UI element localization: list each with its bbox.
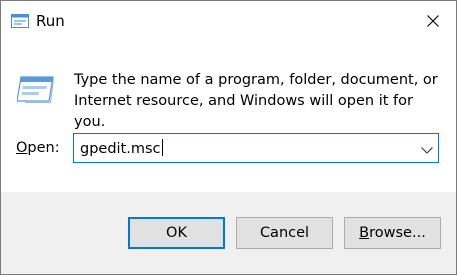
open-label: Open: xyxy=(16,140,60,156)
dropdown-button[interactable] xyxy=(416,134,438,162)
text-caret xyxy=(161,139,163,156)
button-bar: OK Cancel Browse... xyxy=(1,192,456,274)
browse-button[interactable]: Browse... xyxy=(344,217,441,249)
close-button[interactable] xyxy=(410,1,456,41)
window-title: Run xyxy=(36,12,65,30)
run-dialog-icon xyxy=(11,12,29,30)
close-icon xyxy=(427,12,439,31)
ok-button[interactable]: OK xyxy=(128,217,225,249)
dialog-description: Type the name of a program, folder, docu… xyxy=(74,72,438,130)
open-combobox[interactable]: gpedit.msc xyxy=(73,133,439,163)
dialog-body: Type the name of a program, folder, docu… xyxy=(1,41,456,192)
browse-mnemonic: B xyxy=(359,225,370,241)
run-dialog: Run Type the name of a program, folder, … xyxy=(0,0,457,275)
open-label-mnemonic: O xyxy=(16,140,28,156)
title-bar[interactable]: Run xyxy=(1,1,456,41)
cancel-button[interactable]: Cancel xyxy=(236,217,333,249)
chevron-down-icon xyxy=(421,139,433,158)
open-label-rest: pen: xyxy=(27,140,60,156)
open-input[interactable]: gpedit.msc xyxy=(80,139,163,159)
browse-label-rest: rowse... xyxy=(369,225,426,241)
run-program-icon xyxy=(16,73,57,105)
open-input-value: gpedit.msc xyxy=(80,141,161,157)
